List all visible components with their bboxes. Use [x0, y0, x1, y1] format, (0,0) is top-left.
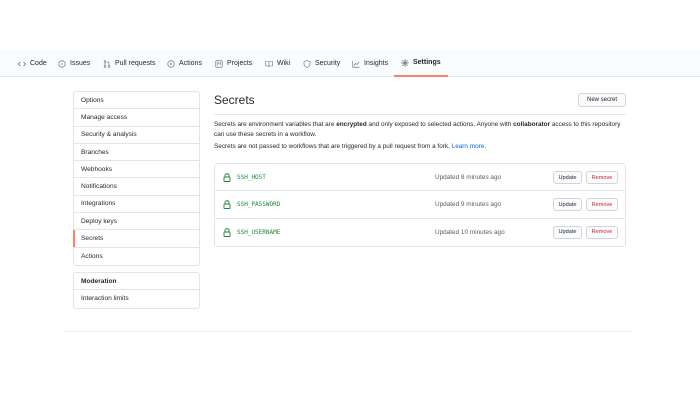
- tab-pull-requests-label: Pull requests: [115, 60, 156, 67]
- title-divider: [214, 114, 626, 115]
- lock-icon: [223, 173, 231, 182]
- tab-actions[interactable]: Actions: [167, 50, 202, 77]
- tab-projects[interactable]: Projects: [215, 50, 252, 77]
- tab-issues-label: Issues: [70, 60, 91, 67]
- description-bold-encrypted: encrypted: [336, 121, 367, 128]
- sidebar-item-options[interactable]: Options: [74, 92, 199, 110]
- tab-security-label: Security: [315, 60, 341, 67]
- lock-icon: [223, 227, 231, 237]
- update-button[interactable]: Update: [553, 225, 582, 239]
- graph-icon: [352, 60, 360, 68]
- code-icon: [18, 61, 26, 66]
- tab-settings-label: Settings: [413, 59, 441, 66]
- moderation-sidebar: Moderation Interaction limits: [73, 272, 200, 309]
- remove-button[interactable]: Remove: [586, 225, 618, 239]
- secret-row: SSH_HOST Updated 8 minutes ago Update Re…: [215, 164, 625, 192]
- repo-tab-bar: Code Issues Pull requests Actions Projec…: [0, 50, 700, 77]
- secret-row: SSH_PASSWORD Updated 9 minutes ago Updat…: [215, 191, 625, 219]
- sidebar-item-secrets[interactable]: Secrets: [73, 230, 199, 248]
- description-text-1: Secrets are environment variables that a…: [214, 121, 337, 128]
- issue-icon: [58, 59, 66, 68]
- tab-settings[interactable]: Settings: [394, 50, 448, 77]
- remove-button[interactable]: Remove: [586, 171, 618, 184]
- tab-code-label: Code: [30, 60, 47, 67]
- settings-sidebar: Options Manage access Security & analysi…: [73, 91, 200, 266]
- moderation-heading: Moderation: [74, 273, 199, 291]
- secret-updated: Updated 8 minutes ago: [435, 174, 502, 181]
- fork-note: Secrets are not passed to workflows that…: [214, 143, 626, 150]
- update-button[interactable]: Update: [553, 171, 582, 184]
- description-text-2: and only exposed to selected actions. An…: [366, 121, 514, 128]
- description-bold-collaborator: collaborator: [513, 121, 551, 128]
- secret-name: SSH_USERNAME: [237, 228, 281, 236]
- gear-icon: [401, 59, 409, 66]
- footer-divider: [64, 331, 632, 332]
- fork-note-text: Secrets are not passed to workflows that…: [214, 143, 452, 150]
- new-secret-button[interactable]: New secret: [578, 93, 626, 107]
- secrets-description: Secrets are environment variables that a…: [214, 120, 626, 139]
- tab-projects-label: Projects: [227, 60, 253, 67]
- secrets-list: SSH_HOST Updated 8 minutes ago Update Re…: [214, 163, 626, 247]
- tab-wiki-label: Wiki: [277, 60, 291, 67]
- remove-button[interactable]: Remove: [586, 198, 618, 212]
- page-title: Secrets: [214, 93, 255, 107]
- sidebar-item-actions[interactable]: Actions: [74, 248, 199, 265]
- tab-issues[interactable]: Issues: [58, 50, 90, 77]
- secret-updated: Updated 9 minutes ago: [435, 201, 502, 209]
- learn-more-link[interactable]: Learn more.: [452, 143, 486, 150]
- secret-row: SSH_USERNAME Updated 10 minutes ago Upda…: [215, 219, 625, 246]
- pull-request-icon: [103, 59, 111, 68]
- book-icon: [265, 60, 273, 67]
- update-button[interactable]: Update: [553, 198, 582, 212]
- tab-code[interactable]: Code: [18, 50, 47, 77]
- lock-icon: [223, 200, 231, 210]
- sidebar-item-deploy-keys[interactable]: Deploy keys: [74, 213, 199, 231]
- tab-pull-requests[interactable]: Pull requests: [103, 50, 155, 77]
- play-icon: [167, 59, 175, 68]
- tab-actions-label: Actions: [179, 60, 202, 67]
- secret-name: SSH_PASSWORD: [237, 201, 281, 209]
- sidebar-item-branches[interactable]: Branches: [74, 144, 199, 162]
- project-icon: [215, 59, 223, 68]
- sidebar-item-webhooks[interactable]: Webhooks: [74, 161, 199, 179]
- tab-insights-label: Insights: [364, 60, 389, 67]
- sidebar-item-interaction-limits[interactable]: Interaction limits: [74, 290, 199, 307]
- shield-icon: [303, 59, 311, 68]
- tab-security[interactable]: Security: [303, 50, 340, 77]
- secret-name: SSH_HOST: [237, 174, 266, 181]
- sidebar-item-integrations[interactable]: Integrations: [74, 196, 199, 214]
- tab-insights[interactable]: Insights: [352, 50, 388, 77]
- secret-updated: Updated 10 minutes ago: [435, 228, 505, 236]
- sidebar-item-notifications[interactable]: Notifications: [74, 178, 199, 196]
- sidebar-item-security-analysis[interactable]: Security & analysis: [74, 127, 199, 144]
- tab-wiki[interactable]: Wiki: [265, 50, 290, 77]
- sidebar-item-manage-access[interactable]: Manage access: [74, 109, 199, 127]
